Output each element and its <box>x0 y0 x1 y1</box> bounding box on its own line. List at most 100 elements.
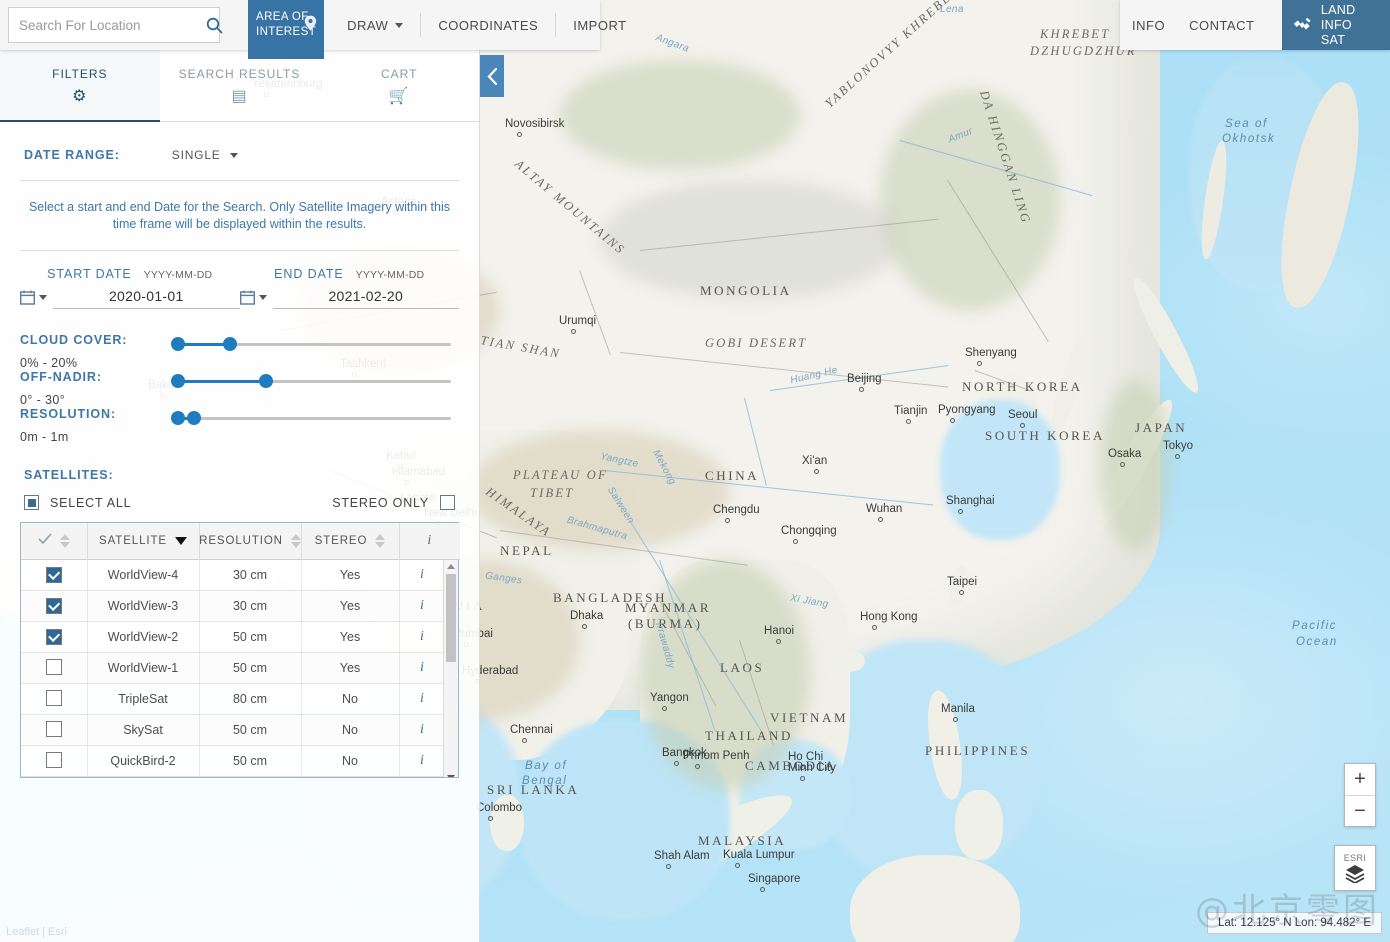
slider-fill <box>177 380 267 383</box>
info-icon[interactable]: i <box>420 753 424 768</box>
row-checkbox-cell[interactable] <box>21 559 88 591</box>
search-button[interactable] <box>206 8 223 42</box>
table-row[interactable]: WorldView-2 50 cm Yes i <box>21 621 458 653</box>
zoom-out-button[interactable]: − <box>1345 795 1375 826</box>
table-scrollbar[interactable] <box>443 559 458 777</box>
slider-handle-max[interactable] <box>259 374 274 388</box>
slider-track[interactable] <box>170 411 451 425</box>
panel-collapse-button[interactable] <box>480 55 504 97</box>
tab-cart[interactable]: CART 🛒 <box>319 50 479 121</box>
info-icon[interactable]: i <box>420 660 424 675</box>
slider-track[interactable] <box>170 337 451 351</box>
row-checkbox-cell[interactable] <box>21 683 88 715</box>
row-info-cell[interactable]: i <box>399 652 446 684</box>
sort-arrows-icon[interactable] <box>375 533 386 548</box>
info-icon[interactable]: i <box>427 533 432 549</box>
row-checkbox[interactable] <box>45 629 62 645</box>
row-info-cell[interactable]: i <box>399 745 446 777</box>
row-checkbox[interactable] <box>45 751 62 768</box>
info-icon[interactable]: i <box>420 629 424 644</box>
map-zoom-controls[interactable]: + − <box>1344 763 1376 827</box>
row-checkbox-cell[interactable] <box>21 745 88 777</box>
slider-resolution[interactable]: RESOLUTION: 0m - 1m <box>20 407 459 444</box>
sort-arrow-active-icon[interactable] <box>174 536 187 545</box>
slider-handle-max[interactable] <box>187 411 202 425</box>
info-icon[interactable]: i <box>420 567 424 582</box>
column-header-resolution[interactable]: RESOLUTION <box>199 523 302 560</box>
nav-item-coordinates[interactable]: COORDINATES <box>420 13 555 37</box>
date-range-hint: Select a start and end Date for the Sear… <box>20 181 459 251</box>
area-of-interest-button[interactable]: AREA OF INTEREST <box>248 0 325 59</box>
nav-item-draw[interactable]: DRAW <box>330 13 420 37</box>
location-search[interactable] <box>8 7 223 43</box>
nav-item-import[interactable]: IMPORT <box>555 13 643 37</box>
row-checkbox[interactable] <box>45 689 62 706</box>
row-info-cell[interactable]: i <box>399 590 446 622</box>
table-row[interactable]: TripleSat 80 cm No i <box>21 683 458 715</box>
row-checkbox-cell[interactable] <box>21 590 88 622</box>
scroll-down-arrow[interactable] <box>444 771 458 777</box>
row-checkbox[interactable] <box>45 658 62 675</box>
coordinates-readout: Lat: 12.125° N Lon: 94.482° E <box>1206 912 1382 934</box>
date-range-mode-value: SINGLE <box>171 148 221 162</box>
table-row[interactable]: WorldView-3 30 cm Yes i <box>21 590 458 622</box>
map-city-marker <box>1175 454 1180 459</box>
tab-filters[interactable]: FILTERS ⚙ <box>0 50 160 122</box>
row-checkbox[interactable] <box>45 720 62 737</box>
map-attribution[interactable]: Leaflet | Esri <box>6 926 67 938</box>
table-row[interactable]: SkySat 50 cm No i <box>21 714 458 746</box>
satellite-name: WorldView-3 <box>87 590 200 622</box>
date-range-mode-dropdown[interactable]: SINGLE <box>172 148 238 162</box>
column-header-stereo[interactable]: STEREO <box>301 523 400 560</box>
column-header-satellite[interactable]: SATELLITE <box>87 523 200 560</box>
scrollbar-thumb[interactable] <box>446 573 456 662</box>
table-row[interactable]: QuickBird-2 50 cm No i <box>21 745 458 777</box>
satellites-table-scroll-area[interactable]: WorldView-4 30 cm Yes i WorldView-3 30 cm Yes i… <box>21 559 458 777</box>
slider-handle-min[interactable] <box>170 337 185 351</box>
stereo-only-checkbox[interactable]: STEREO ONLY <box>332 495 455 510</box>
row-checkbox[interactable] <box>45 598 62 614</box>
chevron-down-icon <box>258 295 267 300</box>
nav-link-info[interactable]: INFO <box>1120 18 1177 33</box>
search-input[interactable] <box>9 8 206 42</box>
select-all-checkbox[interactable]: SELECT ALL <box>24 495 131 510</box>
brand-logo-button[interactable]: LAND INFO SAT <box>1282 0 1390 50</box>
nav-item-label: DRAW <box>347 17 389 33</box>
tab-search-results[interactable]: SEARCH RESULTS ▤ <box>160 50 320 121</box>
end-date-value[interactable]: 2021-02-20 <box>272 288 459 309</box>
basemap-layers-button[interactable]: ESRI <box>1334 845 1376 891</box>
row-checkbox-cell[interactable] <box>21 714 88 746</box>
zoom-in-button[interactable]: + <box>1345 764 1375 795</box>
slider-cloud-cover[interactable]: CLOUD COVER: 0% - 20% <box>20 333 459 370</box>
end-date-calendar-button[interactable] <box>239 290 267 309</box>
table-row[interactable]: WorldView-4 30 cm Yes i <box>21 559 458 591</box>
slider-handle-min[interactable] <box>170 374 185 388</box>
column-header-select[interactable] <box>21 523 88 560</box>
row-checkbox-cell[interactable] <box>21 621 88 653</box>
info-icon[interactable]: i <box>420 691 424 706</box>
sort-arrows-icon[interactable] <box>59 533 70 548</box>
nav-link-contact[interactable]: CONTACT <box>1177 18 1266 33</box>
slider-off-nadir[interactable]: OFF-NADIR: 0° - 30° <box>20 370 459 407</box>
start-date-group: START DATE YYYY-MM-DD 2020-01-01 <box>20 267 240 309</box>
layers-icon <box>1345 865 1365 883</box>
row-checkbox[interactable] <box>45 566 62 583</box>
info-icon[interactable]: i <box>420 598 424 613</box>
row-info-cell[interactable]: i <box>399 621 446 653</box>
slider-handle-min[interactable] <box>170 411 185 425</box>
slider-handle-max[interactable] <box>223 337 238 351</box>
start-date-value[interactable]: 2020-01-01 <box>53 288 240 309</box>
row-info-cell[interactable]: i <box>399 714 446 746</box>
table-row[interactable]: WorldView-1 50 cm Yes i <box>21 652 458 684</box>
satellites-section: SATELLITES: SELECT ALL STEREO ONLY SATEL… <box>20 448 460 778</box>
slider-track[interactable] <box>170 374 451 388</box>
start-date-calendar-button[interactable] <box>20 290 47 309</box>
slider-label-group: RESOLUTION: 0m - 1m <box>20 407 175 444</box>
sort-arrows-icon[interactable] <box>290 533 301 548</box>
row-checkbox-cell[interactable] <box>21 652 88 684</box>
row-info-cell[interactable]: i <box>399 683 446 715</box>
scroll-up-arrow[interactable] <box>444 560 458 574</box>
satellite-name: WorldView-2 <box>87 621 200 653</box>
row-info-cell[interactable]: i <box>399 559 446 591</box>
info-icon[interactable]: i <box>420 722 424 737</box>
